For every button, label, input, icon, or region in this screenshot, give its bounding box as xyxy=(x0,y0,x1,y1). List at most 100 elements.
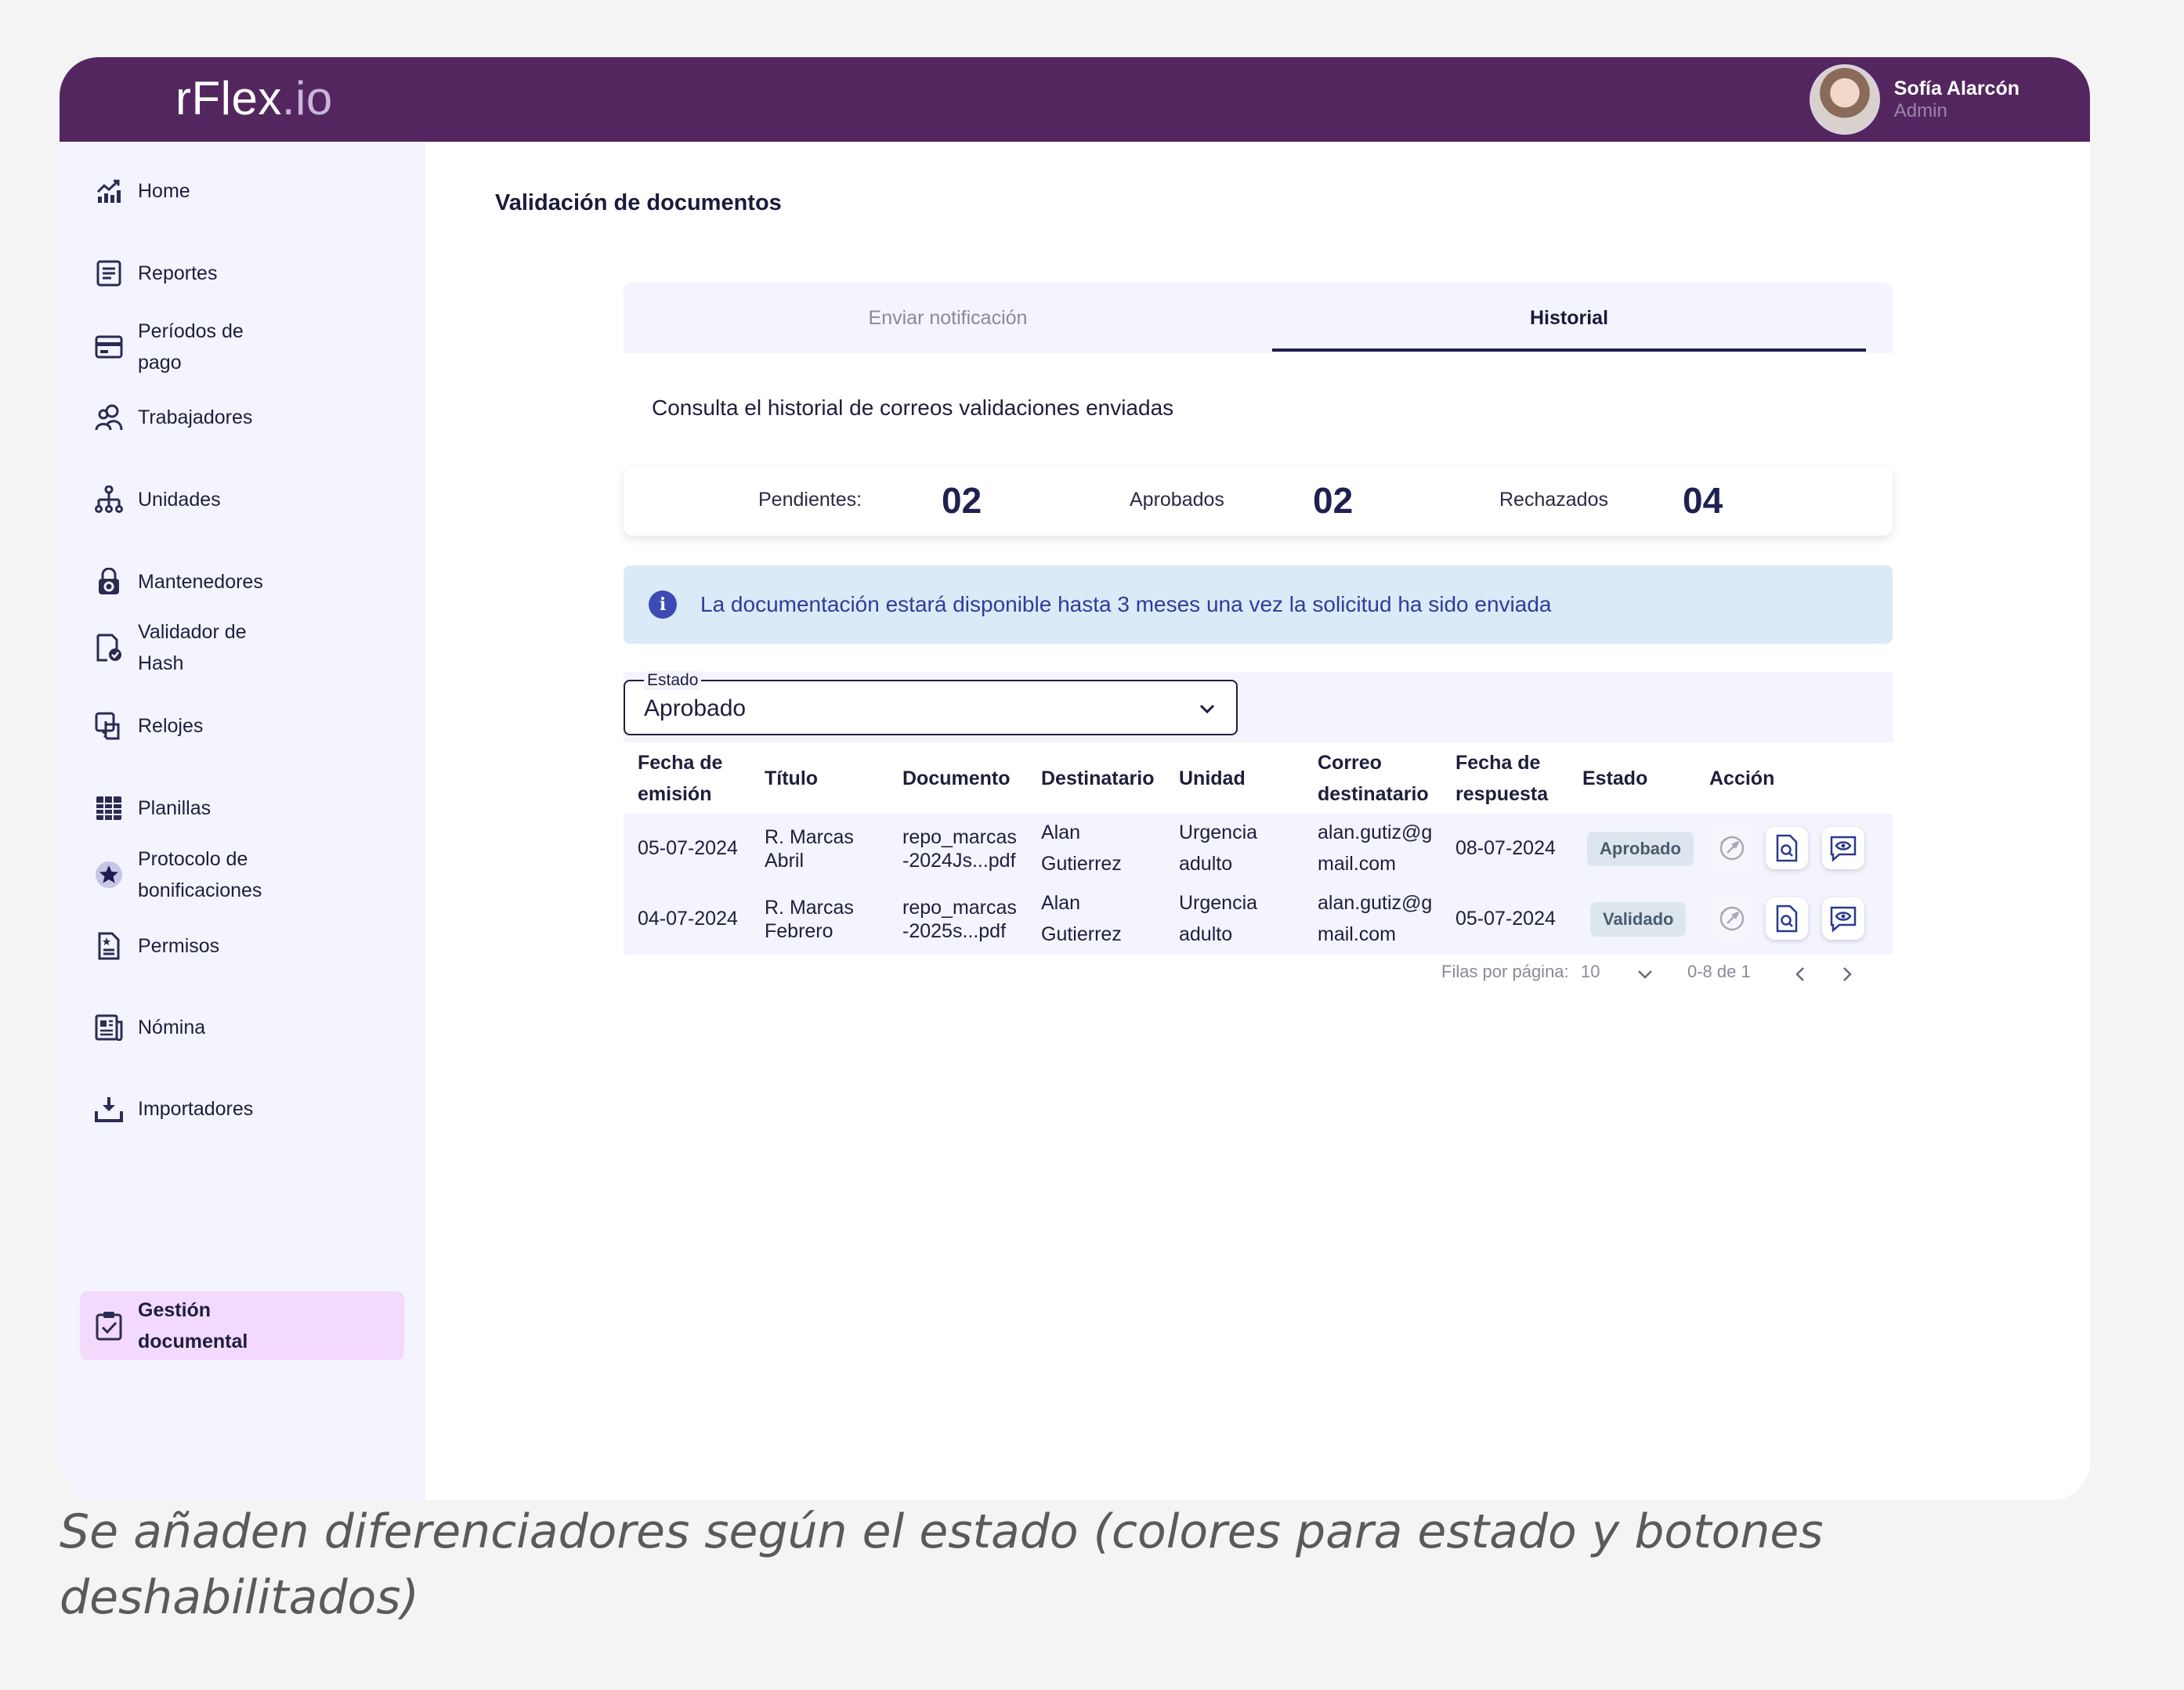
cell-fecha-emision: 05-07-2024 xyxy=(638,837,738,859)
estado-select[interactable]: Estado Aprobado xyxy=(624,671,1238,735)
logo-suffix: .io xyxy=(281,72,333,125)
estado-select-label: Estado xyxy=(644,671,702,690)
cell-documento[interactable]: repo_marcas -2024Js...pdf xyxy=(902,825,1028,872)
view-message-button[interactable] xyxy=(1822,897,1864,940)
cell-documento[interactable]: repo_marcas -2025s...pdf xyxy=(902,896,1028,943)
permission-doc-icon xyxy=(92,930,125,962)
chevron-left-icon[interactable] xyxy=(1789,963,1811,985)
tab-enviar-notificacion[interactable]: Enviar notificación xyxy=(624,283,1272,353)
tab-historial[interactable]: Historial xyxy=(1272,283,1866,353)
cell-destinatario: Alan Gutierrez xyxy=(1041,892,1122,945)
sidebar: Home Reportes Períodos de pago Trabajado… xyxy=(60,142,425,1500)
status-counters: Pendientes: 02 Aprobados 02 Rechazados 0… xyxy=(624,467,1893,536)
cell-fecha-respuesta: 05-07-2024 xyxy=(1455,908,1556,930)
logo[interactable]: rFlex.io xyxy=(175,71,333,125)
sidebar-item-label: Home xyxy=(138,180,190,202)
sidebar-item-unidades[interactable]: Unidades xyxy=(80,478,404,521)
star-icon xyxy=(92,858,125,891)
view-message-button[interactable] xyxy=(1822,827,1864,869)
chevron-down-icon xyxy=(1199,704,1215,714)
caption: Se añaden diferenciadores según el estad… xyxy=(60,1504,1824,1625)
clipboard-check-icon xyxy=(92,1309,125,1342)
sidebar-item-planillas[interactable]: Planillas xyxy=(80,787,404,829)
sidebar-item-permisos[interactable]: Permisos xyxy=(80,925,404,967)
sidebar-item-label: Mantenedores xyxy=(138,571,263,593)
sidebar-item-label: Validador de Hash xyxy=(138,621,247,674)
news-icon xyxy=(92,1011,125,1044)
search-document-icon xyxy=(1776,905,1798,933)
sidebar-item-mantenedores[interactable]: Mantenedores xyxy=(80,561,404,603)
chevron-down-icon[interactable] xyxy=(1634,963,1656,985)
download-tray-icon xyxy=(92,1092,125,1125)
status-badge: Aprobado xyxy=(1587,832,1694,866)
touch-icon xyxy=(92,710,125,742)
sidebar-item-validador[interactable]: Validador de Hash xyxy=(80,615,404,681)
user-role: Admin xyxy=(1893,99,1947,121)
sidebar-item-periodos[interactable]: Períodos de pago xyxy=(80,314,404,380)
col-titulo[interactable]: Título xyxy=(765,763,818,794)
sidebar-item-relojes[interactable]: Relojes xyxy=(80,705,404,747)
sidebar-item-label: Unidades xyxy=(138,489,221,511)
user-name: Sofía Alarcón xyxy=(1893,77,2019,99)
sidebar-item-home[interactable]: Home xyxy=(80,170,404,212)
sidebar-item-label: Protocolo de bonificaciones xyxy=(138,848,262,901)
pending-label: Pendientes: xyxy=(758,489,862,511)
chevron-right-icon[interactable] xyxy=(1836,963,1858,985)
tab-bar: Enviar notificación Historial xyxy=(624,283,1893,353)
view-document-button[interactable] xyxy=(1766,827,1808,869)
sidebar-item-trabajadores[interactable]: Trabajadores xyxy=(80,396,404,439)
sidebar-item-label: Permisos xyxy=(138,935,220,957)
col-documento[interactable]: Documento xyxy=(902,763,1011,794)
doc-check-icon xyxy=(92,631,125,664)
col-estado[interactable]: Estado xyxy=(1582,763,1647,794)
approved-count: 02 xyxy=(1313,480,1354,521)
pending-count: 02 xyxy=(942,480,982,521)
sidebar-item-label: Reportes xyxy=(138,262,218,284)
col-destinatario[interactable]: Destinatario xyxy=(1041,763,1154,794)
sidebar-item-reportes[interactable]: Reportes xyxy=(80,252,404,294)
view-document-button[interactable] xyxy=(1766,897,1808,940)
cell-correo: alan.gutiz@g mail.com xyxy=(1318,892,1433,945)
rejected-count: 04 xyxy=(1683,480,1723,521)
rows-per-page-value[interactable]: 10 xyxy=(1581,962,1600,982)
sidebar-item-importadores[interactable]: Importadores xyxy=(80,1088,404,1130)
status-badge: Validado xyxy=(1590,902,1687,937)
calendar-card-icon xyxy=(92,330,125,363)
send-button[interactable] xyxy=(1711,827,1753,869)
history-description: Consulta el historial de correos validac… xyxy=(652,395,1174,420)
col-correo[interactable]: Correo destinatario xyxy=(1318,747,1443,810)
top-bar: rFlex.io Sofía Alarcón Admin xyxy=(60,57,2090,142)
hierarchy-icon xyxy=(92,483,125,516)
col-accion: Acción xyxy=(1709,767,1775,789)
user-menu[interactable]: Sofía Alarcón Admin xyxy=(1809,63,2019,135)
col-fecha-respuesta[interactable]: Fecha de respuesta xyxy=(1455,747,1573,810)
cell-unidad: Urgencia adulto xyxy=(1179,892,1258,945)
avatar xyxy=(1809,64,1880,135)
sidebar-item-label: Períodos de pago xyxy=(138,320,244,374)
grid-icon xyxy=(92,792,125,825)
workers-icon xyxy=(92,401,125,434)
approved-label: Aprobados xyxy=(1130,489,1224,511)
page-title: Validación de documentos xyxy=(495,190,782,215)
sidebar-item-protocolo[interactable]: Protocolo de bonificaciones xyxy=(80,842,404,908)
cell-titulo: R. Marcas Abril xyxy=(765,826,854,872)
sidebar-item-gestion-documental[interactable]: Gestión documental xyxy=(80,1291,404,1360)
cell-destinatario: Alan Gutierrez xyxy=(1041,822,1122,875)
page-range: 0-8 de 1 xyxy=(1687,962,1751,981)
chart-icon xyxy=(92,175,125,208)
sidebar-item-label: Importadores xyxy=(138,1098,254,1120)
sidebar-item-label: Gestión documental xyxy=(138,1299,248,1352)
report-icon xyxy=(92,257,125,290)
sidebar-item-label: Trabajadores xyxy=(138,406,253,428)
estado-select-value: Aprobado xyxy=(644,695,747,721)
rejected-label: Rechazados xyxy=(1499,489,1608,511)
col-unidad[interactable]: Unidad xyxy=(1179,763,1246,794)
cell-titulo: R. Marcas Febrero xyxy=(765,897,854,942)
cell-fecha-respuesta: 08-07-2024 xyxy=(1455,837,1556,859)
info-icon: i xyxy=(649,590,677,619)
send-button[interactable] xyxy=(1711,897,1753,940)
col-fecha-emision[interactable]: Fecha de emisión xyxy=(638,747,755,810)
sidebar-item-label: Planillas xyxy=(138,797,212,819)
message-eye-icon xyxy=(1830,836,1857,862)
sidebar-item-nomina[interactable]: Nómina xyxy=(80,1006,404,1049)
